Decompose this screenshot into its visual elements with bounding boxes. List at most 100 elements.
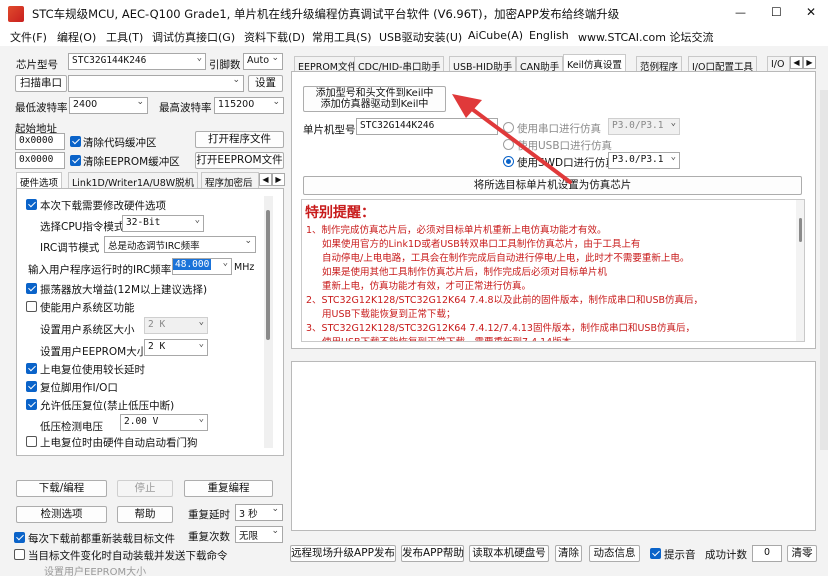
- sysarea-checkbox[interactable]: [26, 301, 37, 312]
- pins-label: 引脚数: [209, 59, 241, 71]
- port-select[interactable]: ⌄: [68, 75, 244, 92]
- lv-detect-select[interactable]: 2.00 V ⌄: [120, 414, 208, 431]
- add-to-keil-button[interactable]: 添加型号和头文件到Keil中 添加仿真器驱动到Keil中: [303, 86, 446, 112]
- output-log-area[interactable]: [291, 361, 816, 531]
- maximize-button[interactable]: ☐: [771, 5, 782, 19]
- menu-aicube[interactable]: AiCube(A): [468, 29, 523, 42]
- mcu-model-label: 单片机型号: [303, 124, 356, 136]
- tab-examples[interactable]: 范例程序: [636, 56, 683, 73]
- remote-upgrade-button[interactable]: 远程现场升级APP发布: [290, 545, 396, 562]
- min-baud-select[interactable]: 2400 ⌄: [69, 97, 148, 114]
- cpu-mode-select[interactable]: 32-Bit ⌄: [122, 215, 204, 232]
- dynamic-info-button[interactable]: 动态信息: [589, 545, 640, 562]
- chip-model-select[interactable]: STC32G144K246 ⌄: [68, 53, 206, 70]
- tab-eeprom-file[interactable]: EEPROM文件: [294, 56, 362, 73]
- menu-website[interactable]: www.STCAI.com 论坛交流: [578, 29, 713, 45]
- add-driver-line: 添加仿真器驱动到Keil中: [320, 99, 429, 110]
- irc-mode-select[interactable]: 总是动态调节IRC频率 ⌄: [104, 236, 256, 253]
- hardware-options-scrollbar[interactable]: [264, 196, 273, 448]
- menu-usb-driver[interactable]: USB驱动安装(U): [379, 29, 462, 45]
- notice-line: 用USB下载能恢复到正常下载；: [322, 309, 456, 320]
- read-disk-id-button[interactable]: 读取本机硬盘号: [469, 545, 549, 562]
- chevron-down-icon: ⌄: [244, 236, 252, 246]
- menu-program[interactable]: 编程(O): [57, 29, 96, 45]
- title-bar: STC车规级MCU, AEC-Q100 Grade1, 单片机在线升级编程仿真调…: [0, 0, 828, 28]
- max-baud-select[interactable]: 115200 ⌄: [214, 97, 284, 114]
- clear-code-checkbox[interactable]: [70, 136, 81, 147]
- scrollbar-thumb[interactable]: [266, 210, 270, 340]
- publish-help-button[interactable]: 发布APP帮助: [401, 545, 464, 562]
- help-button[interactable]: 帮助: [117, 506, 173, 523]
- reload-label: 每次下载前都重新装载目标文件: [28, 533, 175, 545]
- open-eeprom-button[interactable]: 打开EEPROM文件: [195, 152, 284, 169]
- app-icon: [8, 6, 24, 22]
- chevron-down-icon: ⌄: [194, 215, 200, 225]
- eeprom-addr-input[interactable]: 0x0000: [15, 152, 65, 169]
- tab-keil-emulation[interactable]: Keil仿真设置: [563, 54, 626, 72]
- menu-english[interactable]: English: [529, 29, 569, 42]
- irc-unit-label: MHz: [234, 262, 255, 273]
- window-edge-scrollbar[interactable]: [820, 90, 828, 450]
- menu-download[interactable]: 资料下载(D): [244, 29, 305, 45]
- right-tab-scroll-right-icon[interactable]: ▶: [803, 56, 816, 69]
- chevron-down-icon: ⌄: [271, 526, 279, 536]
- scan-port-button[interactable]: 扫描串口: [15, 75, 67, 92]
- repeat-count-select[interactable]: 无限 ⌄: [235, 526, 283, 543]
- chevron-down-icon: ⌄: [196, 53, 202, 63]
- settings-button[interactable]: 设置: [248, 75, 283, 92]
- max-baud-label: 最高波特率: [159, 102, 212, 114]
- open-program-button[interactable]: 打开程序文件: [195, 131, 284, 148]
- tab-usb-hid[interactable]: USB-HID助手: [449, 56, 517, 73]
- watchdog-checkbox[interactable]: [26, 436, 37, 447]
- verify-options-button[interactable]: 检测选项: [16, 506, 107, 523]
- reset-delay-checkbox[interactable]: [26, 363, 37, 374]
- reset-pin-checkbox[interactable]: [26, 381, 37, 392]
- auto-reload-checkbox[interactable]: [14, 549, 25, 560]
- lvr-checkbox[interactable]: [26, 399, 37, 410]
- menu-tools[interactable]: 工具(T): [106, 29, 143, 45]
- clear-eeprom-label: 清除EEPROM缓冲区: [83, 156, 180, 168]
- close-button[interactable]: ✕: [806, 5, 816, 19]
- modify-hw-checkbox[interactable]: [26, 199, 37, 210]
- reload-checkbox[interactable]: [14, 532, 25, 543]
- tab-link1d[interactable]: Link1D/Writer1A/U8W脱机: [68, 172, 199, 189]
- sysarea-size-select[interactable]: 2 K ⌄: [144, 317, 208, 334]
- tab-scroll-left-icon[interactable]: ◀: [259, 173, 272, 186]
- tab-cdc-hid[interactable]: CDC/HID-串口助手: [354, 56, 445, 73]
- tab-io-more[interactable]: I/O: [767, 56, 790, 72]
- menu-common-tools[interactable]: 常用工具(S): [312, 29, 372, 45]
- swd-port-select[interactable]: P3.0/P3.1 ⌄: [608, 152, 680, 169]
- download-button[interactable]: 下载/编程: [16, 480, 107, 497]
- beep-checkbox[interactable]: [650, 548, 661, 559]
- minimize-button[interactable]: —: [735, 6, 746, 19]
- annotation-arrow-icon: [452, 94, 572, 184]
- irc-freq-label: 输入用户程序运行时的IRC频率: [28, 264, 172, 276]
- irc-freq-select[interactable]: 48.000 ⌄: [172, 258, 232, 275]
- notice-scrollbar[interactable]: [796, 200, 804, 341]
- watchdog-label: 上电复位时由硬件自动启动看门狗: [40, 437, 198, 449]
- stop-button[interactable]: 停止: [117, 480, 173, 497]
- tab-hardware-options[interactable]: 硬件选项: [16, 172, 63, 189]
- reset-pin-label: 复位脚用作I/O口: [40, 382, 118, 394]
- pins-select[interactable]: Auto ⌄: [243, 53, 283, 70]
- tab-io-config[interactable]: I/O口配置工具: [688, 56, 757, 73]
- success-count-value: 0: [752, 545, 782, 562]
- chevron-down-icon: ⌄: [198, 414, 204, 424]
- code-addr-input[interactable]: 0x0000: [15, 133, 65, 150]
- clear-log-button[interactable]: 清除: [555, 545, 582, 562]
- right-tab-scroll-left-icon[interactable]: ◀: [790, 56, 803, 69]
- serial-port-select[interactable]: P3.0/P3.1 ⌄: [608, 118, 680, 135]
- clear-eeprom-checkbox[interactable]: [70, 155, 81, 166]
- reset-count-button[interactable]: 清零: [787, 545, 817, 562]
- tab-can[interactable]: CAN助手: [516, 56, 564, 73]
- reprogram-button[interactable]: 重复编程: [184, 480, 273, 497]
- eeprom-size-select[interactable]: 2 K ⌄: [144, 339, 208, 356]
- notice-scrollbar-thumb[interactable]: [799, 218, 802, 242]
- osc-gain-checkbox[interactable]: [26, 283, 37, 294]
- repeat-delay-select[interactable]: 3 秒 ⌄: [235, 504, 283, 521]
- menu-file[interactable]: 文件(F): [10, 29, 47, 45]
- tab-scroll-right-icon[interactable]: ▶: [272, 173, 285, 186]
- tab-encrypt[interactable]: 程序加密后: [201, 172, 259, 188]
- sysarea-label: 使能用户系统区功能: [40, 302, 135, 314]
- menu-debug[interactable]: 调试仿真接口(G): [152, 29, 235, 45]
